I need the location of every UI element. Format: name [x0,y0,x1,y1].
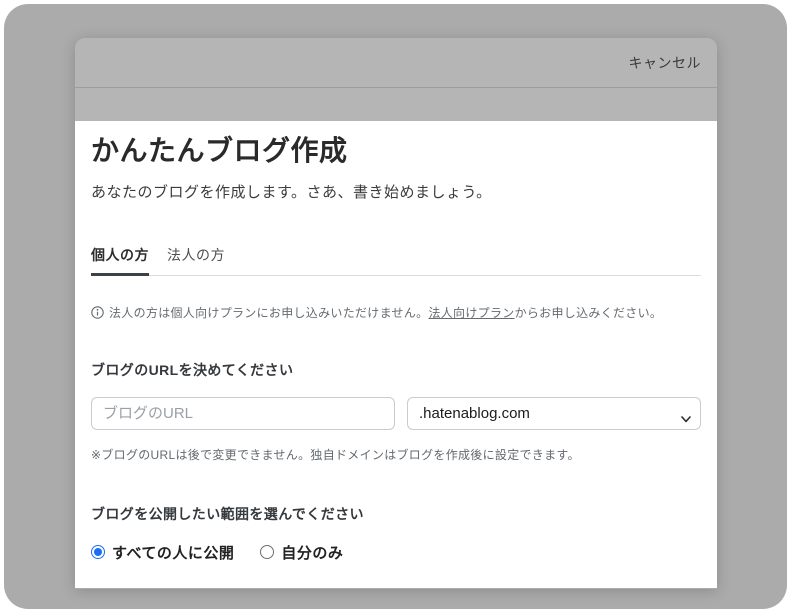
radio-option-private[interactable]: 自分のみ [260,542,343,563]
radio-private-label: 自分のみ [281,542,343,563]
corporate-plan-note: 法人の方は個人向けプランにお申し込みいただけません。法人向けプランからお申し込み… [91,304,701,321]
blog-url-label: ブログのURLを決めてください [91,360,701,380]
radio-public-icon[interactable] [91,545,105,559]
radio-private-icon[interactable] [260,545,274,559]
domain-select[interactable]: .hatenablog.com [407,397,701,430]
corporate-note-suffix: からお申し込みください。 [515,306,663,320]
corporate-plan-link[interactable]: 法人向けプラン [428,306,514,320]
visibility-radio-group: すべての人に公開 自分のみ [91,542,701,563]
blog-creation-modal: キャンセル かんたんブログ作成 あなたのブログを作成します。さあ、書き始めましょ… [75,38,717,589]
blog-url-note: ※ブログのURLは後で変更できません。独自ドメインはブログを作成後に設定できます… [91,446,701,463]
page-title: かんたんブログ作成 [91,134,701,168]
tab-corporate[interactable]: 法人の方 [167,245,225,275]
corporate-note-text: 法人の方は個人向けプランにお申し込みいただけません。法人向けプランからお申し込み… [109,304,662,321]
domain-select-wrap: .hatenablog.com [407,397,701,430]
tab-personal[interactable]: 個人の方 [91,245,149,276]
modal-header: キャンセル [75,38,717,88]
modal-subheader [75,88,717,121]
blog-creation-form: かんたんブログ作成 あなたのブログを作成します。さあ、書き始めましょう。 個人の… [75,121,717,588]
blog-url-input[interactable] [91,397,395,430]
blog-url-row: .hatenablog.com [91,397,701,430]
visibility-label: ブログを公開したい範囲を選んでください [91,504,701,524]
radio-option-public[interactable]: すべての人に公開 [91,542,234,563]
corporate-note-prefix: 法人の方は個人向けプランにお申し込みいただけません。 [109,306,428,320]
account-type-tabbar: 個人の方 法人の方 [91,245,701,276]
page-subtitle: あなたのブログを作成します。さあ、書き始めましょう。 [91,181,701,202]
cancel-button[interactable]: キャンセル [629,53,702,73]
radio-public-label: すべての人に公開 [112,542,234,563]
info-icon [91,306,104,319]
